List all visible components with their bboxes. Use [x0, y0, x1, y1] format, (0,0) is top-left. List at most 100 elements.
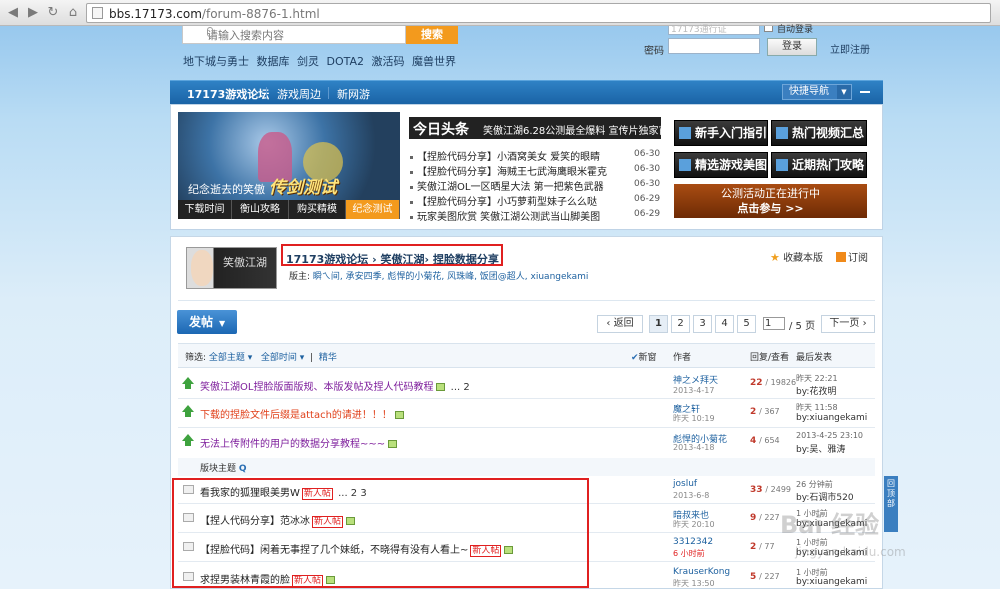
last-post-by[interactable]: by:石调市520 [796, 490, 854, 503]
banner-tab-active[interactable]: 纪念测试 [346, 200, 400, 219]
quick-links: 地下城与勇士 数据库 剑灵 DOTA2 激活码 魔兽世界 [183, 53, 460, 69]
subscribe-link[interactable]: 订阅 [836, 249, 868, 264]
guide-button[interactable]: 新手入门指引 [674, 120, 768, 146]
videos-button[interactable]: 热门视频汇总 [771, 120, 867, 146]
browser-toolbar: ◀ ▶ ↻ ⌂ bbs.17173.com/forum-8876-1.html [0, 0, 1000, 26]
forward-icon[interactable]: ▶ [24, 4, 42, 22]
thread-author[interactable]: 3312342 [673, 537, 713, 547]
last-post-time: 26 分钟前 [796, 480, 833, 489]
quick-nav-dropdown[interactable]: 快捷导航 ▼ [782, 84, 852, 100]
thread-author[interactable]: 神之メ拜天 [673, 373, 718, 386]
page-number-input[interactable]: 1 [763, 317, 785, 330]
banner-tabs: 下载时间 衡山攻略 购买精模 纪念测试 [178, 200, 400, 219]
news-item[interactable]: 【捏脸代码分享】小酒窝美女 爱笑的眼睛 [410, 148, 600, 163]
banner-tab[interactable]: 下载时间 [178, 200, 232, 219]
thread-replies: 22 / 19826 [750, 378, 797, 388]
check-icon: ✔ [631, 353, 639, 363]
news-item[interactable]: 【捏脸代码分享】小巧萝莉型妹子么么哒 [410, 193, 597, 208]
strategy-button[interactable]: 近期热门攻略 [771, 152, 867, 178]
quick-link[interactable]: 激活码 [372, 55, 405, 68]
thread-date: 2013-4-18 [673, 443, 715, 452]
guide-icon [679, 127, 691, 139]
thread-author[interactable]: KrauserKong [673, 567, 730, 577]
quick-link[interactable]: 地下城与勇士 [183, 55, 249, 68]
nav-item-forum[interactable]: 17173游戏论坛 [187, 86, 269, 102]
last-post-by[interactable]: by:吴、雅涛 [796, 442, 845, 455]
page-2[interactable]: 2 [671, 315, 690, 333]
favorite-link[interactable]: ★ 收藏本版 [770, 249, 823, 264]
banner-tab[interactable]: 购买精模 [289, 200, 346, 219]
nav-item-peripherals[interactable]: 游戏周边 [277, 86, 321, 102]
moderators: 版主: 瞬ㄟ间, 承安四季, 彪悍的小菊花, 风珠峰, 饭团@超人, xiuan… [289, 272, 589, 282]
thread-date: 昨天 10:19 [673, 414, 715, 423]
remember-checkbox[interactable] [764, 26, 773, 32]
page-1[interactable]: 1 [649, 315, 668, 333]
sticky-icon [182, 377, 194, 389]
news-date: 06-29 [634, 194, 661, 204]
home-icon[interactable]: ⌂ [64, 4, 82, 22]
strategy-icon [776, 159, 788, 171]
nav-item-new-games[interactable]: 新网游 [337, 86, 370, 102]
thread-author[interactable]: josluf [673, 479, 697, 489]
news-item[interactable]: 笑傲江湖OL一区晒星大法 第一把紫色武器 [410, 178, 604, 193]
thread-replies: 4 / 654 [750, 436, 780, 446]
image-icon [388, 440, 398, 448]
news-date: 06-29 [634, 209, 661, 219]
thread-title[interactable]: 笑傲江湖OL捏脸版面版规、本版发帖及捏人代码教程 ... 2 [200, 378, 470, 393]
next-page-button[interactable]: 下一页 › [821, 315, 875, 333]
microphone-icon[interactable] [207, 27, 213, 37]
search-button[interactable]: 搜索 [406, 26, 458, 44]
page-5[interactable]: 5 [737, 315, 756, 333]
sticky-icon [182, 434, 194, 446]
page-3[interactable]: 3 [693, 315, 712, 333]
back-icon[interactable]: ◀ [4, 4, 22, 22]
filter-time[interactable]: 全部时间 ▾ [261, 353, 304, 363]
banner-tab[interactable]: 衡山攻略 [232, 200, 289, 219]
register-link[interactable]: 立即注册 [830, 41, 870, 56]
image-icon [394, 411, 404, 419]
page-4[interactable]: 4 [715, 315, 734, 333]
thread-replies: 2 / 367 [750, 407, 780, 417]
last-post-by[interactable]: by:xiuangekami [796, 413, 867, 423]
thread-replies: 2 / 77 [750, 542, 775, 552]
filter-bar: 筛选: 全部主题 ▾ 全部时间 ▾ | 精华 [185, 353, 337, 363]
star-icon: ★ [770, 251, 780, 264]
thread-date: 6 小时前 [673, 549, 705, 558]
quick-link[interactable]: 魔兽世界 [412, 55, 456, 68]
back-to-top-tab[interactable]: 回顶部 [884, 476, 898, 532]
thread-title[interactable]: 无法上传附件的用户的数据分享教程~~~ [200, 435, 398, 450]
thread-title[interactable]: 下载的捏脸文件后缀是attach的请进！！！ [200, 406, 404, 421]
news-item[interactable]: 玩家美图欣赏 笑傲江湖公测武当山脚美图 [410, 208, 600, 223]
password-field[interactable] [668, 38, 760, 54]
column-last-post: 最后发表 [796, 353, 833, 363]
quick-link[interactable]: 剑灵 [297, 55, 319, 68]
last-post-by[interactable]: by:花孜明 [796, 384, 836, 397]
promo-banner[interactable]: 公测活动正在进行中 点击参与 >> [674, 184, 867, 218]
new-post-button[interactable]: 发帖 ▼ [177, 310, 237, 334]
section-label: 版块主题 Q [200, 464, 247, 474]
quick-link[interactable]: DOTA2 [327, 55, 365, 68]
refresh-icon[interactable]: Q [239, 464, 247, 474]
login-button[interactable]: 登录 [767, 38, 817, 56]
gallery-button[interactable]: 精选游戏美图 [674, 152, 768, 178]
watermark-url: jingyan.baidu.com [795, 545, 906, 559]
username-field[interactable]: 17173通行证 [668, 26, 760, 35]
section-divider [178, 458, 875, 476]
address-bar[interactable]: bbs.17173.com/forum-8876-1.html [86, 3, 991, 23]
reload-icon[interactable]: ↻ [44, 4, 62, 22]
headline-text: 笑傲江湖6.28公测最全爆料 宣传片独家首发 [483, 126, 679, 137]
game-caption: 纪念逝去的笑傲 传剑测试 [188, 178, 337, 198]
column-author: 作者 [673, 353, 692, 363]
news-item[interactable]: 【捏脸代码分享】海贼王七武海鹰眼米霍克 [410, 163, 607, 178]
filter-digest[interactable]: 精华 [319, 353, 337, 363]
search-input[interactable]: 请输入搜索内容 [182, 26, 406, 44]
quick-link[interactable]: 数据库 [257, 55, 290, 68]
headline-bar[interactable]: 今日头条 笑傲江湖6.28公测最全爆料 宣传片独家首发 [409, 117, 678, 139]
back-button[interactable]: ‹ 返回 [597, 315, 643, 333]
filter-topic[interactable]: 全部主题 ▾ [209, 353, 252, 363]
new-window-toggle[interactable]: ✔新窗 [631, 350, 657, 363]
last-post-time: 昨天 22:21 [796, 374, 838, 383]
minimize-icon[interactable] [860, 91, 870, 93]
last-post-by[interactable]: by:xiuangekami [796, 577, 867, 587]
remember-label: 自动登录 [777, 25, 814, 35]
